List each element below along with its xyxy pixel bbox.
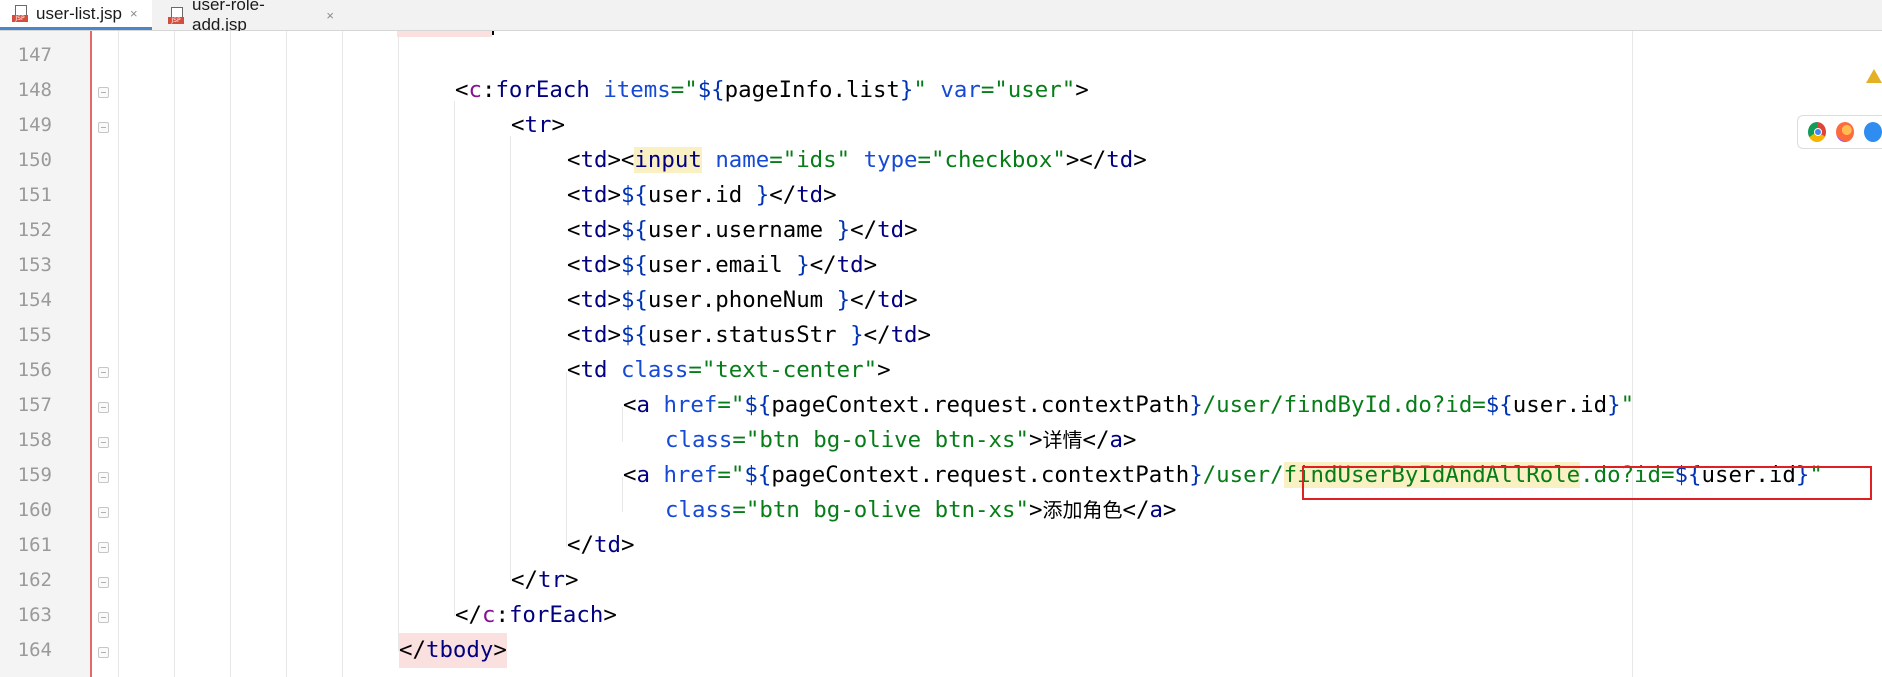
safari-icon[interactable] [1864, 122, 1882, 142]
code-line-154: <td>${user.phoneNum }</td> [567, 287, 918, 313]
code-line-157: <a href="${pageContext.request.contextPa… [623, 392, 1635, 418]
browser-preview-toolbar [1797, 115, 1882, 149]
tab-user-list-jsp[interactable]: JSP user-list.jsp × [0, 0, 152, 30]
code-line-148: <c:forEach items="${pageInfo.list}" var=… [455, 77, 1089, 103]
firefox-icon[interactable] [1836, 122, 1854, 142]
code-line-149: <tr> [511, 112, 565, 138]
tab-label: user-list.jsp [36, 3, 122, 23]
code-text: <c:forEach items="${pageInfo.list}" var=… [0, 31, 1882, 677]
code-line-164: </tbody> [0, 633, 1882, 668]
code-line-163: </c:forEach> [455, 602, 617, 628]
code-line-153: <td>${user.email }</td> [567, 252, 878, 278]
jsp-file-icon: JSP [168, 6, 184, 24]
close-icon[interactable]: × [326, 8, 334, 23]
code-line-155: <td>${user.statusStr }</td> [567, 322, 932, 348]
tab-label: user-role-add.jsp [192, 0, 265, 34]
code-line-158: class="btn bg-olive btn-xs">详情</a> [665, 427, 1137, 453]
code-editor[interactable]: 147 148 149 150 151 152 153 154 155 156 … [0, 31, 1882, 677]
chrome-icon[interactable] [1808, 122, 1826, 142]
jsp-file-icon: JSP [12, 5, 28, 22]
code-line-156: <td class="text-center"> [567, 357, 891, 383]
code-line-152: <td>${user.username }</td> [567, 217, 918, 243]
code-line-151: <td>${user.id }</td> [567, 182, 837, 208]
warning-icon[interactable] [1866, 69, 1882, 85]
tab-user-role-add-jsp[interactable]: JSP user-role-add.jsp × [156, 0, 334, 34]
code-line-161: </td> [567, 532, 635, 558]
code-line-150: <td><input name="ids" type="checkbox"></… [567, 147, 1147, 173]
editor-tab-bar: JSP user-list.jsp × JSP user-role-add.js… [0, 0, 1882, 34]
close-icon[interactable]: × [130, 6, 138, 21]
code-line-162: </tr> [511, 567, 579, 593]
annotation-highlight-box [1302, 466, 1872, 500]
